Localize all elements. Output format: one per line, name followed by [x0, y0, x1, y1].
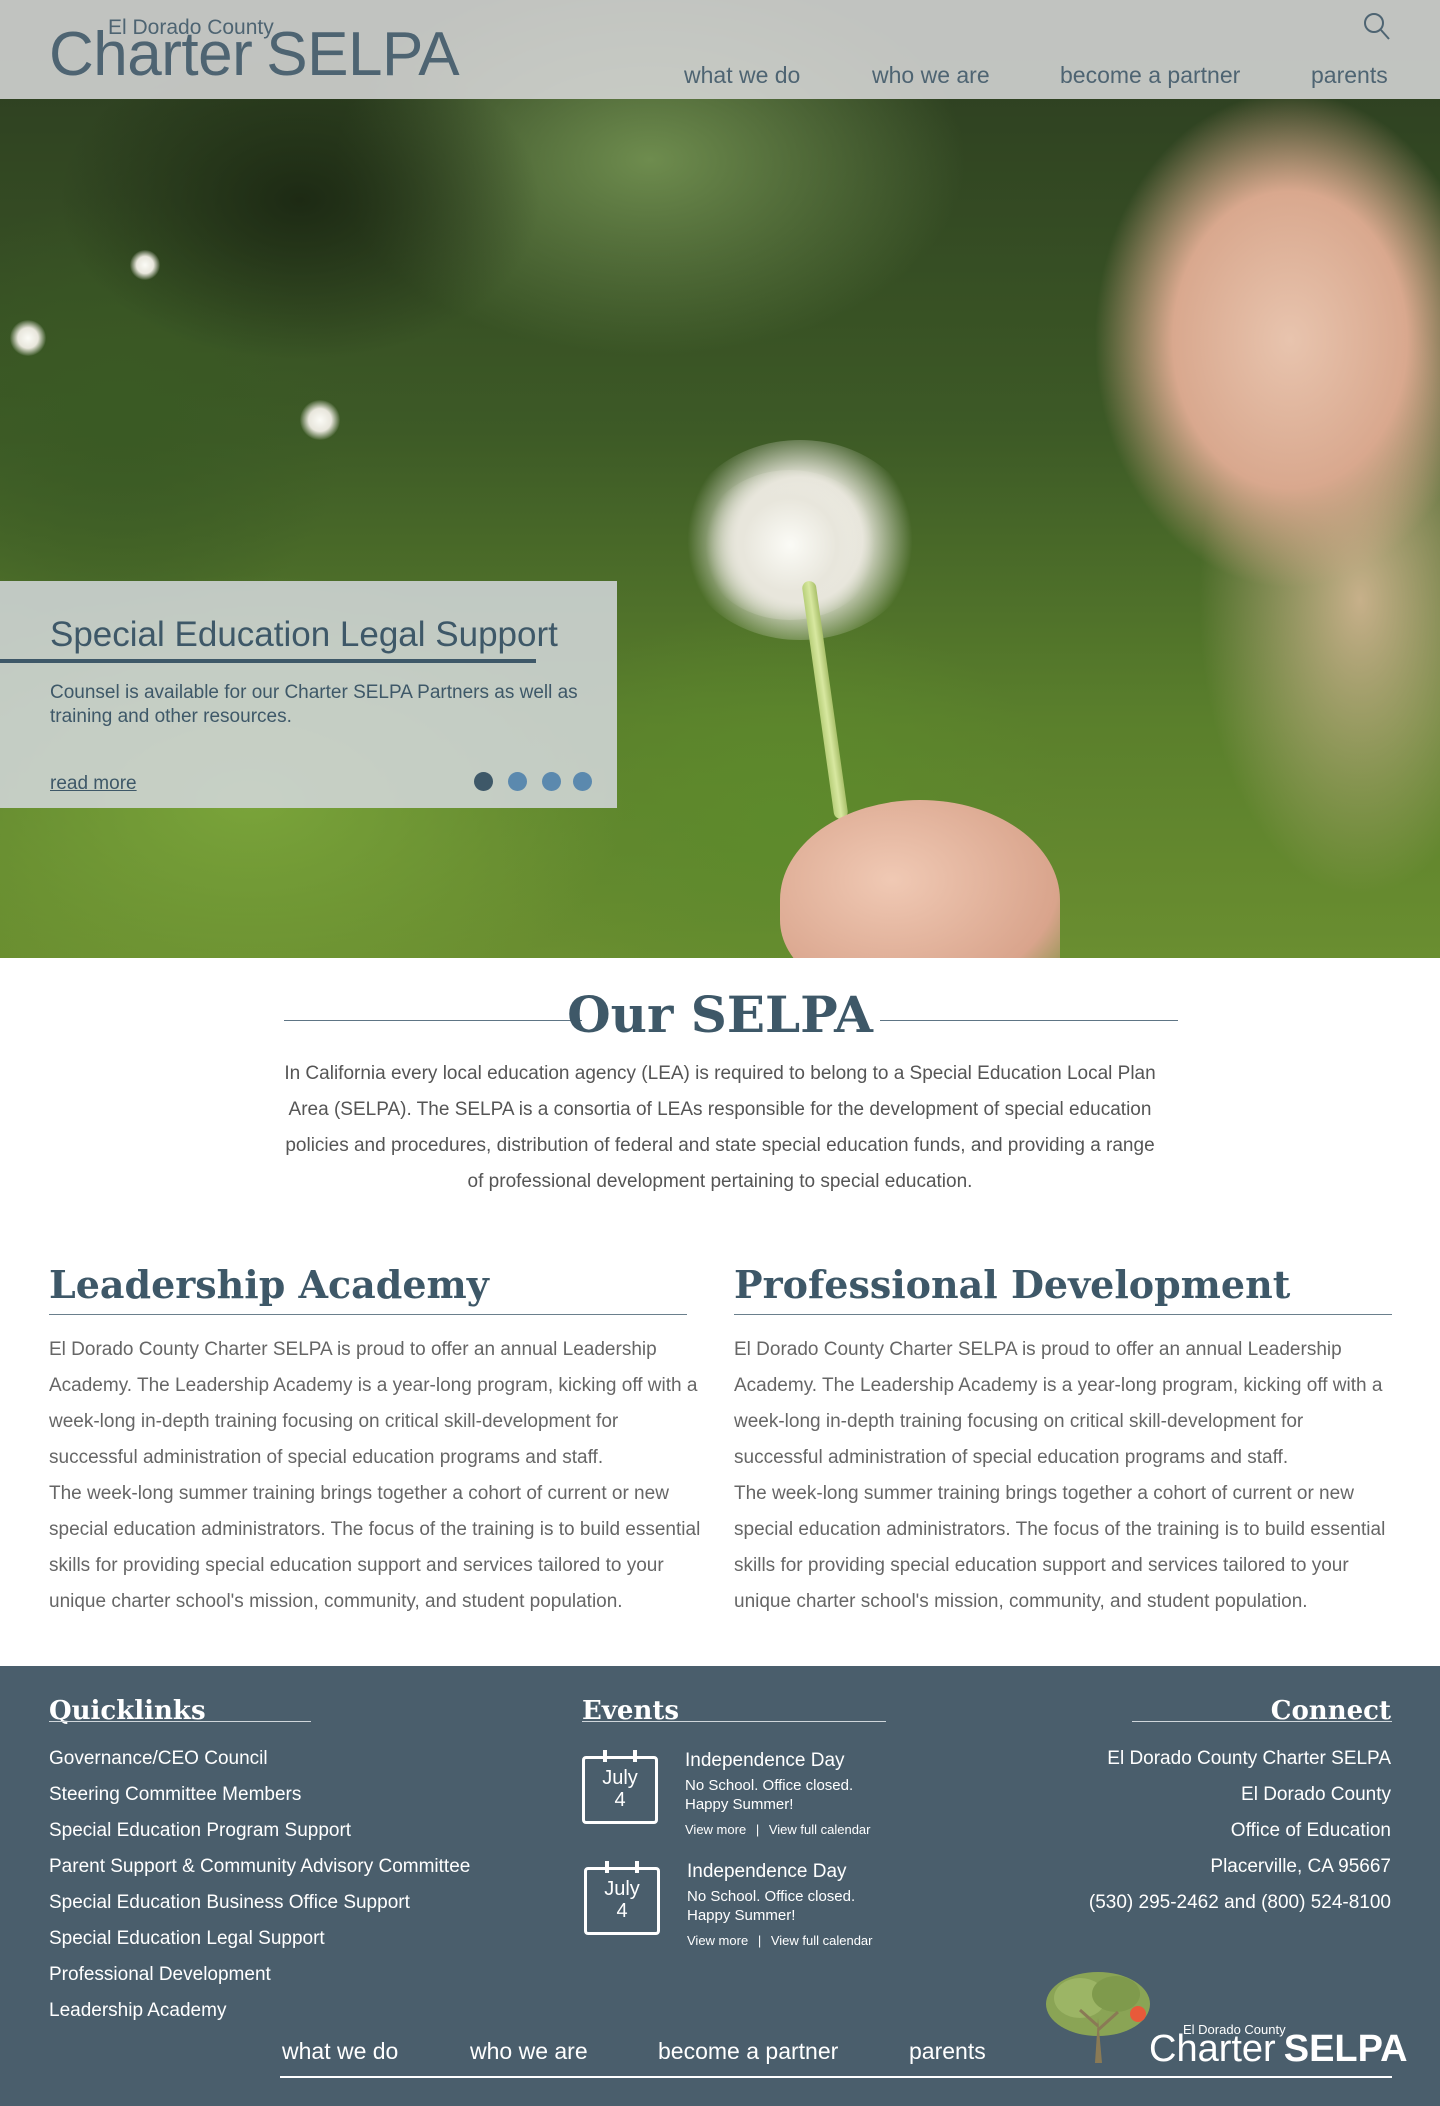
connect-org-name: El Dorado County Charter SELPA: [1107, 1748, 1391, 1769]
connect-address: Placerville, CA 95667: [1210, 1856, 1391, 1877]
quicklinks-rule: [49, 1721, 311, 1722]
quicklink-parent-support[interactable]: Parent Support & Community Advisory Comm…: [49, 1849, 470, 1885]
logo-word-charter: Charter: [49, 20, 253, 89]
quicklink-professional-development[interactable]: Professional Development: [49, 1957, 470, 1993]
connect-county: El Dorado County: [1241, 1784, 1391, 1805]
event-month: July: [604, 1878, 640, 1900]
leadership-title-rule: [49, 1314, 687, 1315]
event-view-more-link[interactable]: View more: [687, 1933, 748, 1948]
professional-paragraph-1: El Dorado County Charter SELPA is proud …: [734, 1339, 1383, 1468]
leadership-academy-title[interactable]: Leadership Academy: [49, 1262, 489, 1307]
professional-development-text: El Dorado County Charter SELPA is proud …: [734, 1332, 1394, 1620]
footer-logo-word-charter: Charter: [1149, 2028, 1276, 2070]
nav-who-we-are[interactable]: who we are: [872, 62, 990, 89]
event-links: View more | View full calendar: [685, 1822, 870, 1837]
slide-dot-4[interactable]: [573, 772, 592, 791]
calendar-icon: July 4: [584, 1861, 660, 1935]
logo-word-selpa: SELPA: [266, 20, 460, 89]
calendar-icon: July 4: [582, 1750, 658, 1824]
footer-logo[interactable]: Charter SELPA: [1149, 2028, 1408, 2071]
event-full-calendar-link[interactable]: View full calendar: [769, 1822, 871, 1837]
footer-logo-word-selpa: SELPA: [1283, 2028, 1408, 2070]
event-item: July 4 Independence Day No School. Offic…: [584, 1861, 904, 1961]
slide-text: Counsel is available for our Charter SEL…: [50, 682, 578, 727]
leadership-paragraph-1: El Dorado County Charter SELPA is proud …: [49, 1339, 698, 1468]
search-icon[interactable]: [1363, 12, 1391, 42]
site-logo[interactable]: Charter SELPA: [49, 24, 460, 86]
professional-title-rule: [734, 1314, 1392, 1315]
slide-dot-2[interactable]: [508, 772, 527, 791]
event-full-calendar-link[interactable]: View full calendar: [771, 1933, 873, 1948]
event-title[interactable]: Independence Day: [685, 1750, 845, 1772]
professional-development-title[interactable]: Professional Development: [734, 1262, 1290, 1307]
apple-tree-icon: [1046, 1972, 1150, 2063]
footer-nav-parents[interactable]: parents: [909, 2038, 986, 2065]
event-description: No School. Office closed. Happy Summer!: [687, 1887, 907, 1925]
professional-paragraph-2: The week-long summer training brings tog…: [734, 1483, 1386, 1612]
site-header: El Dorado County Charter SELPA what we do…: [0, 0, 1440, 99]
quicklink-leadership-academy[interactable]: Leadership Academy: [49, 1993, 470, 2029]
footer-nav-what-we-do[interactable]: what we do: [282, 2038, 398, 2065]
nav-become-a-partner[interactable]: become a partner: [1060, 62, 1240, 89]
events-rule: [582, 1721, 886, 1722]
quicklink-legal-support[interactable]: Special Education Legal Support: [49, 1921, 470, 1957]
event-links: View more | View full calendar: [687, 1933, 872, 1948]
hero-image: [0, 0, 1440, 958]
quicklink-steering-committee[interactable]: Steering Committee Members: [49, 1777, 470, 1813]
slide-dot-3[interactable]: [542, 772, 561, 791]
slide-dot-1[interactable]: [474, 772, 493, 791]
event-desc-line-2: Happy Summer!: [687, 1907, 796, 1924]
footer-nav-become-a-partner[interactable]: become a partner: [658, 2038, 838, 2065]
quicklink-governance[interactable]: Governance/CEO Council: [49, 1741, 470, 1777]
section-title-our-selpa: Our SELPA: [567, 985, 873, 1044]
event-desc-line-2: Happy Summer!: [685, 1796, 794, 1813]
event-day: 4: [616, 1900, 628, 1922]
event-desc-line-1: No School. Office closed.: [687, 1888, 856, 1905]
intro-text: In California every local education agen…: [284, 1063, 1156, 1192]
nav-what-we-do[interactable]: what we do: [684, 62, 800, 89]
event-link-separator: |: [757, 1933, 762, 1948]
event-desc-line-1: No School. Office closed.: [685, 1777, 854, 1794]
event-month: July: [602, 1767, 638, 1789]
slide-title-rule: [0, 659, 536, 663]
connect-rule: [1132, 1721, 1392, 1722]
footer-nav-rule: [280, 2076, 1392, 2078]
event-view-more-link[interactable]: View more: [685, 1822, 746, 1837]
quicklinks-list: Governance/CEO Council Steering Committe…: [49, 1741, 470, 2029]
connect-info: El Dorado County Charter SELPA El Dorado…: [1089, 1741, 1391, 1921]
connect-office: Office of Education: [1230, 1820, 1391, 1841]
nav-parents[interactable]: parents: [1311, 62, 1388, 89]
footer-nav-who-we-are[interactable]: who we are: [470, 2038, 588, 2065]
quicklink-program-support[interactable]: Special Education Program Support: [49, 1813, 470, 1849]
slide-caption: Special Education Legal Support Counsel …: [0, 581, 617, 808]
slide-title: Special Education Legal Support: [50, 615, 558, 654]
event-link-separator: |: [755, 1822, 760, 1837]
event-title[interactable]: Independence Day: [687, 1861, 847, 1883]
leadership-paragraph-2: The week-long summer training brings tog…: [49, 1483, 701, 1612]
read-more-link[interactable]: read more: [50, 773, 137, 795]
event-item: July 4 Independence Day No School. Offic…: [582, 1750, 902, 1850]
connect-phone[interactable]: (530) 295-2462 and (800) 524-8100: [1089, 1885, 1391, 1921]
site-footer: Quicklinks Governance/CEO Council Steeri…: [0, 1666, 1440, 2106]
event-description: No School. Office closed. Happy Summer!: [685, 1776, 905, 1814]
event-day: 4: [614, 1789, 626, 1811]
quicklink-business-office[interactable]: Special Education Business Office Suppor…: [49, 1885, 470, 1921]
leadership-academy-text: El Dorado County Charter SELPA is proud …: [49, 1332, 709, 1620]
